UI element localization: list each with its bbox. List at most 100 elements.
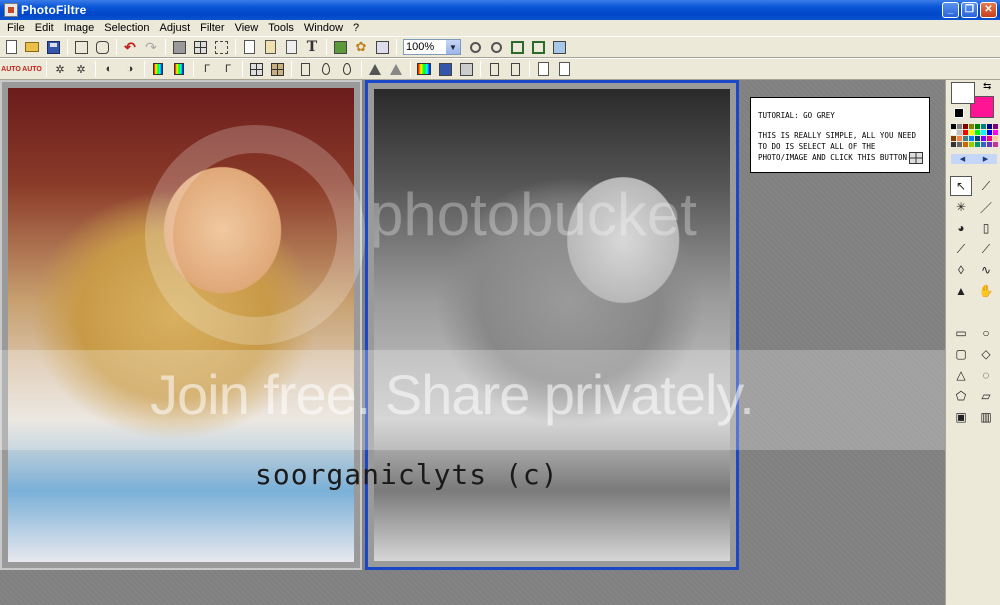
palette-swatch[interactable] (963, 124, 968, 129)
menu-filter[interactable]: Filter (195, 20, 229, 36)
menu-window[interactable]: Window (299, 20, 348, 36)
sepia-icon[interactable] (268, 60, 286, 78)
gamma-plus-icon[interactable]: Γ (219, 60, 237, 78)
swap-colors-icon[interactable]: ⇆ (983, 81, 991, 92)
open-folder-icon[interactable]: ▱ (975, 386, 997, 406)
rounded-rect-icon[interactable]: ▢ (950, 344, 972, 364)
brightness-minus-icon[interactable]: ✲ (51, 60, 69, 78)
palette-swatch[interactable] (963, 142, 968, 147)
palette-swatch[interactable] (951, 124, 956, 129)
palette-swatch[interactable] (987, 124, 992, 129)
smooth-icon[interactable] (387, 60, 405, 78)
advanced-brush-icon[interactable]: ⟋ (975, 239, 997, 259)
fill-bucket-icon[interactable]: ◕ (950, 218, 972, 238)
menu-file[interactable]: File (2, 20, 30, 36)
palette-swatch[interactable] (993, 142, 998, 147)
palette-swatch[interactable] (993, 124, 998, 129)
palette-swatch[interactable] (975, 124, 980, 129)
foreground-color-swatch[interactable] (951, 82, 975, 104)
fullscreen-icon[interactable] (550, 38, 568, 56)
palette-swatch[interactable] (981, 142, 986, 147)
color-icon[interactable] (415, 60, 433, 78)
crop-icon[interactable] (212, 38, 230, 56)
zoom-select[interactable]: 100% ▼ (403, 39, 461, 55)
auto-contrast-icon[interactable]: AUTO (22, 60, 42, 78)
blur-icon[interactable] (317, 60, 335, 78)
text-icon[interactable]: T (303, 38, 321, 56)
palette-swatch[interactable] (957, 142, 962, 147)
saturation-plus-icon[interactable] (170, 60, 188, 78)
palette-swatch[interactable] (969, 142, 974, 147)
palette-swatch[interactable] (987, 136, 992, 141)
close-button[interactable]: ✕ (980, 2, 997, 18)
hand-icon[interactable]: ✋ (975, 281, 997, 301)
line-icon[interactable]: ／ (975, 197, 997, 217)
palette-prev-icon[interactable]: ◀ (960, 155, 965, 163)
zoom-in-icon[interactable] (466, 38, 484, 56)
sharpen-icon[interactable] (338, 60, 356, 78)
browser-icon[interactable] (373, 38, 391, 56)
auto-levels-icon[interactable]: AUTO (1, 60, 21, 78)
ellipse-icon[interactable]: ○ (975, 323, 997, 343)
frame-small-icon[interactable]: ▣ (950, 407, 972, 427)
plugin-icon[interactable] (331, 38, 349, 56)
lasso-icon[interactable]: ◌ (975, 365, 997, 385)
selection-arrow-icon[interactable]: ↖ (950, 176, 972, 196)
save-icon[interactable] (44, 38, 62, 56)
rectangle-icon[interactable]: ▭ (950, 323, 972, 343)
menu-adjust[interactable]: Adjust (155, 20, 196, 36)
sharpen-more-icon[interactable] (366, 60, 384, 78)
palette-swatch[interactable] (951, 136, 956, 141)
open-icon[interactable] (23, 38, 41, 56)
blur-drop-icon[interactable]: ◊ (950, 260, 972, 280)
layer-icon[interactable] (534, 60, 552, 78)
grayscale-icon[interactable] (247, 60, 265, 78)
image-window-grey[interactable] (365, 80, 739, 570)
palette-swatch[interactable] (981, 136, 986, 141)
palette-swatch[interactable] (987, 142, 992, 147)
palette-swatch[interactable] (969, 124, 974, 129)
menu-tools[interactable]: Tools (263, 20, 299, 36)
palette-swatch[interactable] (963, 130, 968, 135)
palette-swatch[interactable] (975, 142, 980, 147)
restore-button[interactable]: ❐ (961, 2, 978, 18)
scan-icon[interactable] (93, 38, 111, 56)
palette-swatch[interactable] (981, 124, 986, 129)
palette-swatch[interactable] (951, 130, 956, 135)
brush-icon[interactable]: ⟋ (950, 239, 972, 259)
palette-swatch[interactable] (981, 130, 986, 135)
zoom-out-icon[interactable] (487, 38, 505, 56)
palette-swatch[interactable] (951, 142, 956, 147)
palette-swatch[interactable] (975, 136, 980, 141)
eyedropper-icon[interactable]: ⟋ (975, 176, 997, 196)
palette-swatch[interactable] (969, 136, 974, 141)
magic-wand-icon[interactable]: ✳ (950, 197, 972, 217)
paste-icon[interactable] (261, 38, 279, 56)
menu-view[interactable]: View (230, 20, 264, 36)
chevron-down-icon[interactable]: ▼ (446, 40, 460, 54)
fit-icon[interactable] (508, 38, 526, 56)
smudge-icon[interactable]: ∿ (975, 260, 997, 280)
palette-swatch[interactable] (963, 136, 968, 141)
triangle-icon[interactable]: △ (950, 365, 972, 385)
paste-new-icon[interactable] (282, 38, 300, 56)
color-palette[interactable] (951, 124, 998, 147)
mirror-icon[interactable] (506, 60, 524, 78)
rotate-icon[interactable] (485, 60, 503, 78)
print-icon[interactable] (72, 38, 90, 56)
contrast-minus-icon[interactable]: ◐ (100, 60, 118, 78)
copy-icon[interactable] (240, 38, 258, 56)
actual-size-icon[interactable] (529, 38, 547, 56)
select-all-icon[interactable] (191, 38, 209, 56)
brightness-plus-icon[interactable]: ✲ (72, 60, 90, 78)
palette-next-icon[interactable]: ▶ (983, 155, 988, 163)
menu-image[interactable]: Image (59, 20, 100, 36)
stamp-icon[interactable]: ▲ (950, 281, 972, 301)
palette-swatch[interactable] (993, 136, 998, 141)
palette-swatch[interactable] (969, 130, 974, 135)
menu-help[interactable]: ? (348, 20, 364, 36)
effect-icon[interactable] (555, 60, 573, 78)
fill-icon[interactable] (170, 38, 188, 56)
undo-icon[interactable]: ↶ (121, 38, 139, 56)
saturation-minus-icon[interactable] (149, 60, 167, 78)
